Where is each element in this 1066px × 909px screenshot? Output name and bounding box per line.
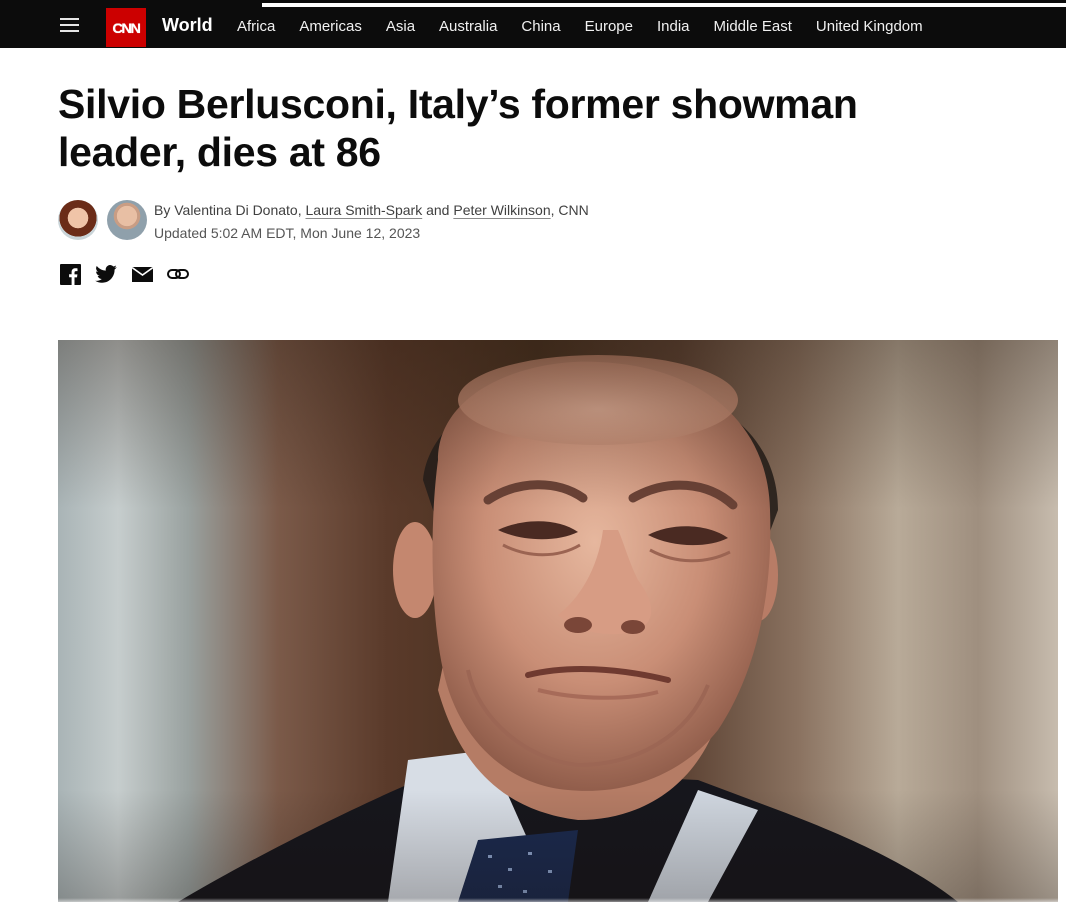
share-bar: [59, 263, 189, 285]
nav-item-asia[interactable]: Asia: [386, 18, 415, 35]
byline-author-3-link[interactable]: Peter Wilkinson: [453, 202, 550, 218]
hero-image: [58, 340, 1058, 902]
article-timestamp: Updated 5:02 AM EDT, Mon June 12, 2023: [154, 225, 421, 241]
reading-progress-bar: [262, 3, 1066, 7]
nav-item-india[interactable]: India: [657, 18, 690, 35]
byline-and: and: [426, 202, 450, 218]
bottom-fade: [0, 898, 1066, 909]
nav-item-china[interactable]: China: [521, 18, 560, 35]
link-icon[interactable]: [167, 263, 189, 285]
byline-author-2-link[interactable]: Laura Smith-Spark: [306, 202, 423, 218]
author-avatar-2[interactable]: [107, 200, 147, 240]
logo-text: CNN: [112, 19, 141, 36]
facebook-icon[interactable]: [59, 263, 81, 285]
menu-icon[interactable]: [60, 18, 79, 33]
nav-item-europe[interactable]: Europe: [585, 18, 633, 35]
section-nav: Africa Americas Asia Australia China Eur…: [237, 18, 947, 35]
nav-item-australia[interactable]: Australia: [439, 18, 497, 35]
email-icon[interactable]: [131, 263, 153, 285]
nav-item-united-kingdom[interactable]: United Kingdom: [816, 18, 923, 35]
nav-item-americas[interactable]: Americas: [299, 18, 362, 35]
nav-item-africa[interactable]: Africa: [237, 18, 275, 35]
top-nav-bar: CNN World Africa Americas Asia Australia…: [0, 0, 1066, 48]
author-avatar-1[interactable]: [58, 200, 98, 240]
image-shade: [58, 340, 1058, 902]
byline-separator: ,: [297, 202, 302, 218]
byline: By Valentina Di Donato, Laura Smith-Spar…: [154, 201, 589, 219]
byline-author-1: Valentina Di Donato: [174, 202, 298, 218]
byline-suffix: , CNN: [550, 202, 589, 218]
nav-item-middle-east[interactable]: Middle East: [714, 18, 792, 35]
cnn-logo[interactable]: CNN: [106, 8, 146, 47]
section-title[interactable]: World: [162, 15, 213, 36]
byline-prefix: By: [154, 202, 171, 218]
article-headline: Silvio Berlusconi, Italy’s former showma…: [58, 81, 858, 175]
twitter-icon[interactable]: [95, 263, 117, 285]
